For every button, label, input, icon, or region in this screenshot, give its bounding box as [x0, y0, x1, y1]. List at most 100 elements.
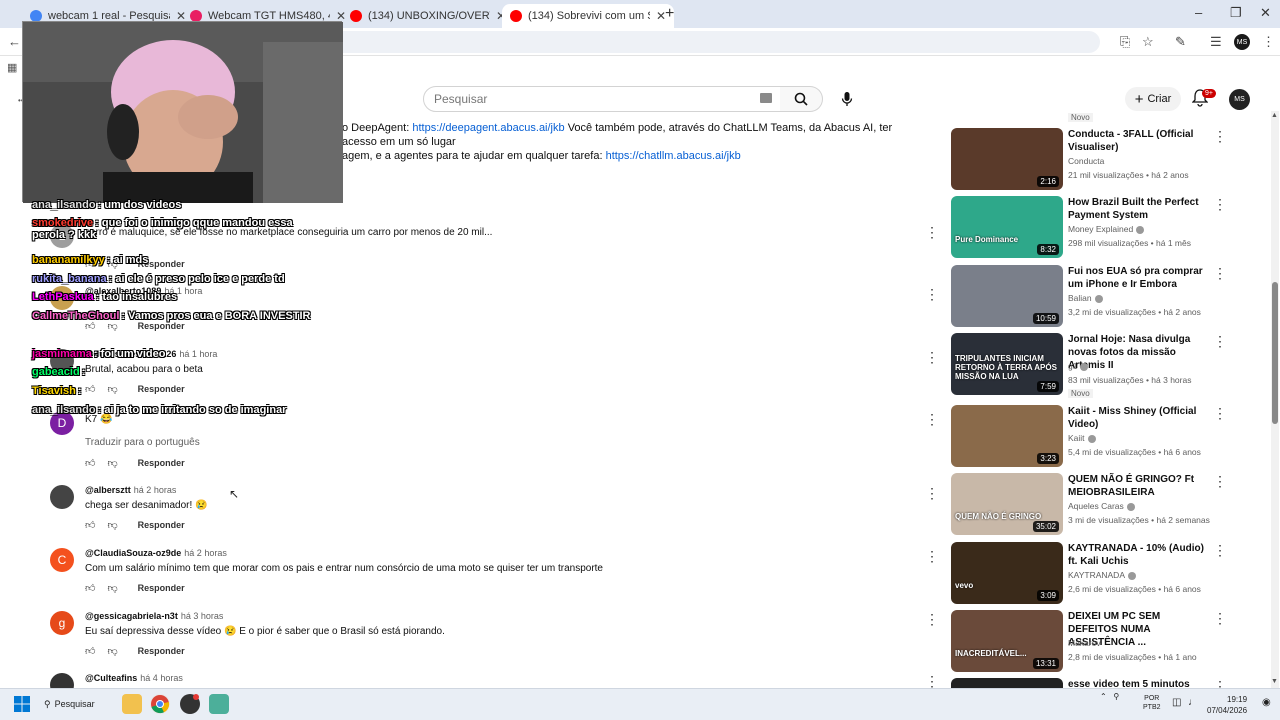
reply-button[interactable]: Responder: [138, 321, 185, 331]
video-thumbnail[interactable]: TRIPULANTES INICIAM RETORNO À TERRA APÓS…: [951, 333, 1063, 395]
comment-more-icon[interactable]: ⋮: [925, 224, 939, 241]
video-thumbnail[interactable]: 2:16: [951, 128, 1063, 190]
video-more-icon[interactable]: ⋮: [1213, 333, 1227, 350]
channel-name[interactable]: Balian: [1068, 293, 1103, 303]
video-title[interactable]: Conducta - 3FALL (Official Visualiser): [1068, 128, 1208, 154]
like-icon[interactable]: 👍︎: [85, 645, 95, 657]
search-input[interactable]: Pesquisar: [423, 86, 781, 112]
like-icon[interactable]: 👍︎: [85, 383, 95, 395]
channel-name[interactable]: Kaiit: [1068, 433, 1096, 443]
video-more-icon[interactable]: ⋮: [1213, 473, 1227, 490]
minimize-icon[interactable]: –: [1195, 5, 1202, 20]
reply-button[interactable]: Responder: [138, 384, 185, 394]
reply-button[interactable]: Responder: [138, 646, 185, 656]
video-thumbnail[interactable]: 3:23: [951, 405, 1063, 467]
extensions-icon[interactable]: ✎: [1175, 34, 1186, 50]
network-icon[interactable]: ◫: [1172, 697, 1181, 708]
comment-more-icon[interactable]: ⋮: [925, 286, 939, 303]
recommended-video[interactable]: 10:59 Fui nos EUA só pra comprar um iPhon…: [951, 265, 1227, 329]
comment-author-name[interactable]: @ClaudiaSouza-oz9de: [85, 548, 181, 558]
channel-name[interactable]: Makarov: [1068, 638, 1101, 648]
comment-more-icon[interactable]: ⋮: [925, 485, 939, 502]
reply-button[interactable]: Responder: [138, 458, 185, 468]
browser-profile-avatar[interactable]: MS: [1234, 34, 1250, 50]
video-more-icon[interactable]: ⋮: [1213, 128, 1227, 145]
recommended-video[interactable]: Pure Dominance 8:32 How Brazil Built the P…: [951, 196, 1227, 260]
search-button[interactable]: [780, 86, 823, 112]
reply-button[interactable]: Responder: [138, 583, 185, 593]
channel-name[interactable]: Conducta: [1068, 156, 1104, 166]
video-more-icon[interactable]: ⋮: [1213, 405, 1227, 422]
channel-name[interactable]: Money Explained: [1068, 224, 1145, 234]
browser-tab[interactable]: (134) UNBOXING/OVERVIEW: W✕: [342, 4, 514, 28]
video-thumbnail[interactable]: vevo 3:09: [951, 542, 1063, 604]
video-thumbnail[interactable]: QUEM NÃO É GRINGO 35:02: [951, 473, 1063, 535]
volume-icon[interactable]: ♩: [1188, 697, 1198, 708]
chatllm-link[interactable]: https://chatllm.abacus.ai/jkb: [606, 150, 741, 162]
back-icon[interactable]: ←: [8, 34, 21, 49]
close-window-icon[interactable]: ✕: [1260, 5, 1271, 21]
comment-author[interactable]: @Culteafins há 4 horas: [85, 673, 183, 683]
comment-author[interactable]: @albersztt há 2 horas: [85, 485, 176, 495]
comment-more-icon[interactable]: ⋮: [925, 411, 939, 428]
scroll-up-icon[interactable]: ▲: [1271, 112, 1278, 119]
recommended-video[interactable]: QUEM NÃO É GRINGO 35:02 QUEM NÃO É GRINGO?…: [951, 473, 1227, 537]
keyboard-icon[interactable]: [760, 93, 772, 103]
comment-author-name[interactable]: @albersztt: [85, 485, 131, 495]
recommended-video[interactable]: 3:23 Kaiit - Miss Shiney (Official Video)…: [951, 405, 1227, 469]
video-more-icon[interactable]: ⋮: [1213, 610, 1227, 627]
browser-tab[interactable]: (134) Sobrevivi com um SALÁRI✕: [502, 4, 674, 28]
dislike-icon[interactable]: 👎︎: [107, 519, 117, 531]
video-title[interactable]: Jornal Hoje: Nasa divulga novas fotos da…: [1068, 333, 1208, 372]
install-app-icon[interactable]: ⎘: [1120, 34, 1130, 50]
recommended-video[interactable]: vevo 3:09 KAYTRANADA - 10% (Audio) ft. Kal…: [951, 542, 1227, 606]
dislike-icon[interactable]: 👎︎: [107, 383, 117, 395]
language-indicator[interactable]: POR PTB2: [1143, 694, 1161, 712]
comment-author[interactable]: @gessicagabriela-n3t há 3 horas: [85, 611, 223, 621]
video-title[interactable]: QUEM NÃO É GRINGO? Ft MEIOBRASILEIRA: [1068, 473, 1208, 499]
video-thumbnail[interactable]: Pure Dominance 8:32: [951, 196, 1063, 258]
dislike-icon[interactable]: 👎︎: [107, 457, 117, 469]
video-more-icon[interactable]: ⋮: [1213, 542, 1227, 559]
video-more-icon[interactable]: ⋮: [1213, 196, 1227, 213]
comment-more-icon[interactable]: ⋮: [925, 349, 939, 366]
comment-author-name[interactable]: @Culteafins: [85, 673, 137, 683]
video-thumbnail[interactable]: 10:59: [951, 265, 1063, 327]
channel-name[interactable]: Aqueles Caras: [1068, 501, 1135, 511]
comment-avatar[interactable]: C: [50, 548, 74, 572]
new-tab-button[interactable]: +: [665, 5, 674, 23]
scrollbar-thumb[interactable]: [1272, 282, 1278, 424]
clock[interactable]: 19:19 07/04/2026: [1207, 694, 1247, 716]
file-explorer-icon[interactable]: [122, 694, 142, 714]
recommended-video[interactable]: TRIPULANTES INICIAM RETORNO À TERRA APÓS…: [951, 333, 1227, 398]
video-more-icon[interactable]: ⋮: [1213, 265, 1227, 282]
channel-name[interactable]: g1: [1068, 361, 1089, 371]
dislike-icon[interactable]: 👎︎: [107, 582, 117, 594]
comment-author-name[interactable]: @gessicagabriela-n3t: [85, 611, 178, 621]
chrome-icon[interactable]: [150, 694, 170, 714]
notepad-icon[interactable]: [209, 694, 229, 714]
dislike-icon[interactable]: 👎︎: [107, 645, 117, 657]
video-thumbnail[interactable]: INACREDITÁVEL... 13:31: [951, 610, 1063, 672]
recommended-video[interactable]: 2:16 Conducta - 3FALL (Official Visualise…: [951, 128, 1227, 192]
comment-author[interactable]: @ClaudiaSouza-oz9de há 2 horas: [85, 548, 227, 558]
comment-avatar[interactable]: g: [50, 611, 74, 635]
notifications-tray-icon[interactable]: ◉: [1262, 697, 1271, 708]
browser-menu-icon[interactable]: ⋮: [1262, 34, 1275, 50]
comment-more-icon[interactable]: ⋮: [925, 548, 939, 565]
apps-grid-icon[interactable]: ▦: [7, 61, 17, 74]
video-title[interactable]: KAYTRANADA - 10% (Audio) ft. Kali Uchis: [1068, 542, 1208, 568]
like-icon[interactable]: 👍︎: [85, 457, 95, 469]
scroll-down-icon[interactable]: ▼: [1271, 678, 1278, 685]
recommended-video[interactable]: INACREDITÁVEL... 13:31 DEIXEI UM PC SEM DE…: [951, 610, 1227, 674]
create-button[interactable]: + Criar: [1125, 87, 1181, 111]
video-title[interactable]: Kaiit - Miss Shiney (Official Video): [1068, 405, 1208, 431]
like-icon[interactable]: 👍︎: [85, 519, 95, 531]
channel-name[interactable]: KAYTRANADA: [1068, 570, 1136, 580]
video-title[interactable]: Fui nos EUA só pra comprar um iPhone e I…: [1068, 265, 1208, 291]
video-title[interactable]: How Brazil Built the Perfect Payment Sys…: [1068, 196, 1208, 222]
voice-search-button[interactable]: [833, 86, 861, 112]
maximize-icon[interactable]: ❐: [1230, 5, 1242, 21]
translate-link[interactable]: Traduzir para o português: [85, 437, 200, 448]
account-avatar[interactable]: MS: [1229, 89, 1250, 110]
